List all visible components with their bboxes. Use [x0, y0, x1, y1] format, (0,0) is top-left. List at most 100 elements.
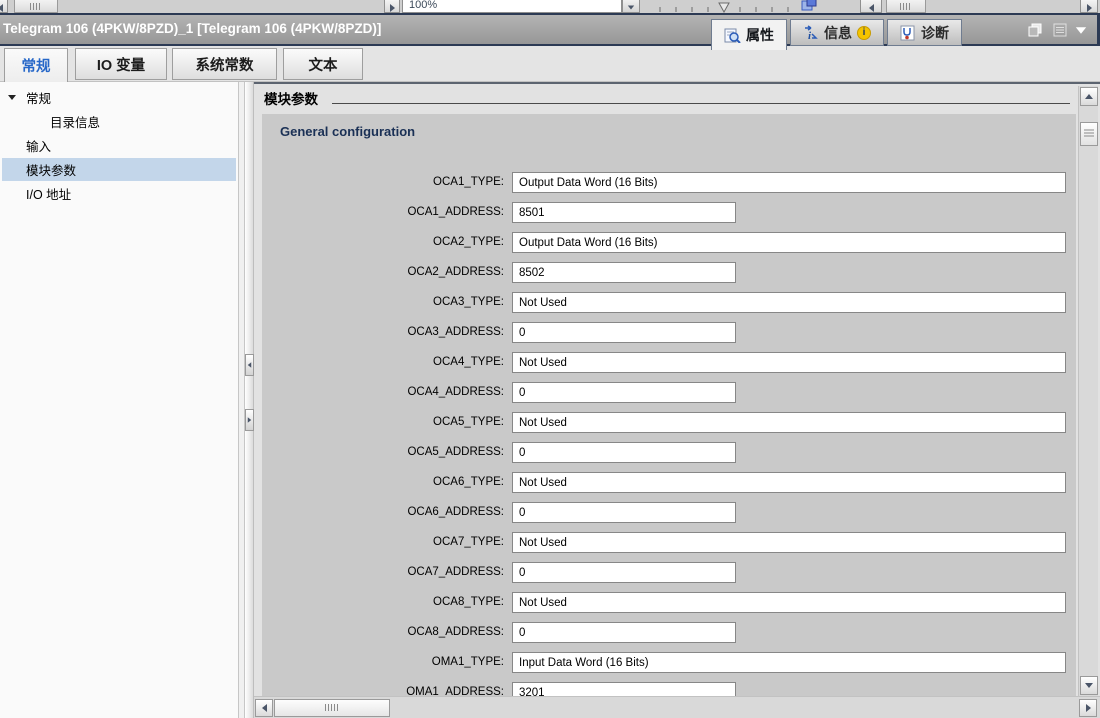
tree-item-io-addresses[interactable]: I/O 地址 [2, 182, 236, 205]
inspector-window: 100% Telegram 106 (4PKW/8PZD)_1 [Telegra… [0, 0, 1100, 718]
inspector-tab-bar: 属性 i 信息 i 诊断 [708, 19, 962, 48]
right-arrow-icon [1086, 704, 1091, 712]
zoom-slider[interactable] [652, 0, 794, 13]
editor-toolbar-fragment: 100% [0, 0, 1100, 13]
scroll-down-button[interactable] [1080, 676, 1098, 695]
param-input-oca4_type[interactable] [512, 352, 1066, 373]
param-input-oca5_address[interactable] [512, 442, 736, 463]
param-label: OCA2_TYPE: [262, 232, 512, 248]
right-arrow-icon [390, 4, 395, 12]
tab-io-tags[interactable]: IO 变量 [75, 48, 167, 80]
left-arrow-icon [869, 4, 874, 12]
list-view-icon[interactable] [1052, 22, 1068, 38]
param-label: OCA3_TYPE: [262, 292, 512, 308]
param-input-oca1_address[interactable] [512, 202, 736, 223]
left-arrow-icon [262, 704, 267, 712]
param-row: OCA8_TYPE: [262, 592, 1076, 622]
tree-item-input[interactable]: 输入 [2, 134, 236, 157]
param-input-oma1_address[interactable] [512, 682, 736, 696]
scroll-left-button[interactable] [255, 699, 273, 717]
param-row: OCA7_TYPE: [262, 532, 1076, 562]
grip-icon [900, 3, 912, 10]
vertical-scrollbar-thumb[interactable] [1080, 122, 1098, 146]
down-arrow-icon [1085, 683, 1093, 688]
tree-item-general[interactable]: 常规 [2, 86, 236, 109]
tab-system-constants[interactable]: 系统常数 [172, 48, 277, 80]
scroll-right-button-2[interactable] [1080, 0, 1098, 13]
vertical-scrollbar[interactable] [1078, 86, 1098, 696]
tree-item-label: 输入 [26, 136, 51, 155]
param-input-oca2_type[interactable] [512, 232, 1066, 253]
param-row: OCA8_ADDRESS: [262, 622, 1076, 652]
tree-item-label: I/O 地址 [26, 184, 71, 203]
param-label: OCA4_TYPE: [262, 352, 512, 368]
param-input-oca3_type[interactable] [512, 292, 1066, 313]
parameters-panel: 模块参数 General configuration OCA1_TYPE: OC… [254, 82, 1100, 718]
tab-diagnostics[interactable]: 诊断 [887, 19, 962, 46]
horizontal-scrollbar-thumb[interactable] [274, 699, 390, 717]
param-row: OCA1_TYPE: [262, 172, 1076, 202]
collapse-left-button[interactable] [245, 354, 254, 376]
tab-info[interactable]: i 信息 i [790, 19, 884, 46]
tree-item-module-parameters[interactable]: 模块参数 [2, 158, 236, 181]
param-row: OCA3_TYPE: [262, 292, 1076, 322]
scroll-right-button[interactable] [384, 0, 400, 13]
param-input-oca8_address[interactable] [512, 622, 736, 643]
fit-to-view-icon[interactable] [800, 0, 818, 12]
param-input-oca6_type[interactable] [512, 472, 1066, 493]
param-input-oca6_address[interactable] [512, 502, 736, 523]
param-input-oca7_address[interactable] [512, 562, 736, 583]
param-input-oca5_type[interactable] [512, 412, 1066, 433]
divider [332, 90, 1070, 104]
left-arrow-icon [0, 4, 3, 12]
param-label: OCA5_TYPE: [262, 412, 512, 428]
general-configuration-section: General configuration OCA1_TYPE: OCA1_AD… [262, 114, 1076, 696]
window-controls [1027, 22, 1085, 38]
tree-scrollbar[interactable] [238, 82, 245, 718]
tree-item-label: 模块参数 [26, 160, 76, 179]
param-label: OCA6_ADDRESS: [262, 502, 512, 518]
tab-texts[interactable]: 文本 [283, 48, 363, 80]
param-row: OCA4_ADDRESS: [262, 382, 1076, 412]
param-label: OCA7_ADDRESS: [262, 562, 512, 578]
param-input-oca8_type[interactable] [512, 592, 1066, 613]
expander-icon[interactable] [8, 95, 16, 100]
tab-general[interactable]: 常规 [4, 48, 68, 82]
param-input-oca3_address[interactable] [512, 322, 736, 343]
horizontal-scrollbar[interactable] [254, 696, 1100, 718]
scroll-left-button-2[interactable] [860, 0, 882, 13]
diagnostics-icon [900, 25, 916, 41]
param-row: OCA4_TYPE: [262, 352, 1076, 382]
chevron-down-icon [628, 6, 634, 10]
param-input-oca1_type[interactable] [512, 172, 1066, 193]
param-input-oma1_type[interactable] [512, 652, 1066, 673]
param-label: OCA8_ADDRESS: [262, 622, 512, 638]
category-tab-strip: 常规 IO 变量 系统常数 文本 [0, 46, 1100, 82]
scroll-up-button[interactable] [1080, 87, 1098, 106]
param-input-oca2_address[interactable] [512, 262, 736, 283]
expand-right-button[interactable] [245, 409, 254, 431]
grip-icon [325, 704, 339, 711]
info-badge-icon: i [857, 26, 871, 40]
tree-item-catalog-info[interactable]: 目录信息 [2, 110, 236, 133]
scroll-right-button[interactable] [1079, 699, 1097, 717]
grip-icon [30, 3, 42, 10]
panel-heading-row: 模块参数 [264, 88, 1070, 108]
param-input-oca7_type[interactable] [512, 532, 1066, 553]
scroll-left-button[interactable] [0, 0, 8, 13]
content-area: 常规 目录信息 输入 模块参数 I/O 地址 模块参数 [0, 82, 1100, 718]
horizontal-scrollbar-thumb-2[interactable] [886, 0, 926, 13]
param-label: OCA2_ADDRESS: [262, 262, 512, 278]
horizontal-scrollbar-thumb[interactable] [14, 0, 58, 13]
param-input-oca4_address[interactable] [512, 382, 736, 403]
param-row: OCA2_ADDRESS: [262, 262, 1076, 292]
tab-properties[interactable]: 属性 [711, 19, 787, 50]
float-window-icon[interactable] [1027, 22, 1043, 38]
collapse-pane-icon[interactable] [1076, 27, 1086, 34]
zoom-dropdown-button[interactable] [622, 0, 640, 13]
tab-properties-label: 属性 [746, 25, 774, 45]
pane-splitter[interactable] [245, 82, 254, 718]
zoom-level-combobox[interactable]: 100% [402, 0, 622, 13]
param-row: OMA1_ADDRESS: [262, 682, 1076, 696]
right-arrow-icon [1087, 4, 1092, 12]
